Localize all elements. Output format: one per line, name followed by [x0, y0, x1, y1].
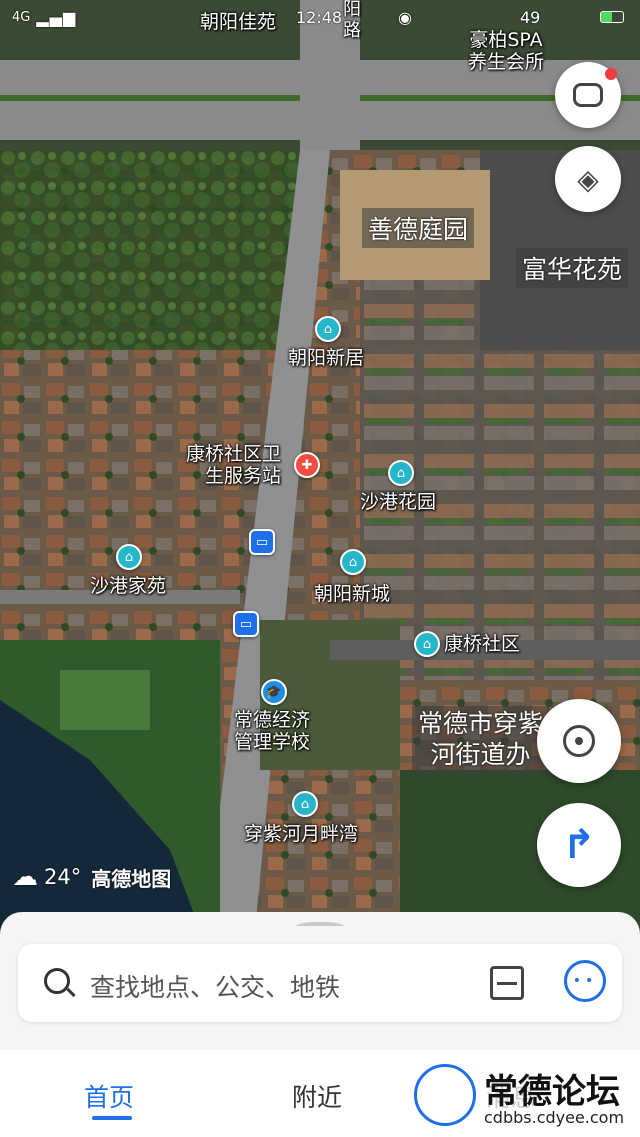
search-input[interactable]: 查找地点、公交、地铁	[90, 968, 340, 1004]
poi-label-haobo[interactable]: 豪柏SPA 养生会所	[468, 29, 544, 74]
weather-temp: 24°	[44, 865, 82, 889]
battery-icon	[600, 11, 624, 23]
tab-nearby[interactable]: 附近	[292, 1078, 342, 1114]
chat-bubble-icon	[573, 83, 603, 107]
poi-label-shagang-garden[interactable]: 沙港花园	[360, 491, 436, 514]
battery-level: 49	[520, 7, 541, 27]
message-button[interactable]	[555, 62, 621, 128]
home-pin-icon[interactable]: ⌂	[315, 316, 341, 342]
layers-button[interactable]: ◈	[555, 146, 621, 212]
watermark: 常德论坛 cdbbs.cdyee.com	[412, 1060, 632, 1130]
poi-label-chaoyangjiayuan[interactable]: 朝阳佳苑	[200, 11, 276, 34]
area-label-fuhua: 富华花苑	[516, 248, 629, 288]
voice-assistant-icon[interactable]: ••	[564, 960, 606, 1002]
poi-label-kangqiao-community[interactable]: 康桥社区	[444, 633, 520, 656]
tab-home[interactable]: 首页	[84, 1078, 134, 1114]
school-pin-icon[interactable]: 🎓	[261, 679, 287, 705]
route-arrow-icon: ↱	[562, 822, 596, 868]
area-label-shande: 善德庭园	[362, 208, 475, 248]
home-pin-icon[interactable]: ⌂	[292, 791, 318, 817]
route-button[interactable]: ↱	[537, 803, 621, 887]
area-label-chuanzi-office: 常德市穿紫 河街道办	[412, 706, 550, 773]
watermark-logo	[414, 1064, 476, 1126]
signal-icon: ▂▄▆	[36, 7, 77, 27]
watermark-url: cdbbs.cdyee.com	[484, 1108, 625, 1127]
satellite-map[interactable]: 4G ▂▄▆ 12:48 ◉ 49 朝阳佳苑 阳 路 豪柏SPA 养生会所 善德…	[0, 0, 640, 930]
notification-dot	[605, 68, 617, 80]
road-label: 阳 路	[343, 0, 361, 41]
home-pin-icon[interactable]: ⌂	[414, 631, 440, 657]
brand-logo: 高德地图	[91, 866, 172, 891]
weather-badge[interactable]: ☁ 24° 高德地图	[12, 862, 171, 892]
poi-label-chaoyangxincheng[interactable]: 朝阳新城	[314, 583, 390, 606]
search-bar[interactable]: 查找地点、公交、地铁 ••	[18, 944, 622, 1022]
cloud-icon: ☁	[12, 862, 38, 892]
location-icon: ◉	[398, 7, 412, 27]
poi-label-school[interactable]: 常德经济 管理学校	[234, 709, 310, 754]
map-imagery	[0, 0, 640, 930]
network-indicator: 4G	[12, 9, 31, 25]
clinic-pin-icon[interactable]: ✚	[294, 452, 320, 478]
bus-stop-icon[interactable]: ▭	[249, 529, 275, 555]
home-pin-icon[interactable]: ⌂	[116, 544, 142, 570]
bus-stop-icon[interactable]: ▭	[233, 611, 259, 637]
scan-icon[interactable]	[490, 966, 524, 1000]
poi-label-shagang-jiayuan[interactable]: 沙港家苑	[90, 575, 166, 598]
tab-bar: 首页 附近 消息 常德论坛 cdbbs.cdyee.com	[0, 1050, 640, 1137]
poi-label-kangqiao-clinic[interactable]: 康桥社区卫 生服务站	[186, 443, 281, 488]
status-bar: 4G ▂▄▆ 12:48 ◉ 49	[0, 0, 640, 34]
home-pin-icon[interactable]: ⌂	[388, 460, 414, 486]
search-icon-handle	[66, 987, 76, 998]
status-time: 12:48	[296, 7, 343, 27]
poi-label-chaoyangxinju[interactable]: 朝阳新居	[288, 347, 364, 370]
drag-handle[interactable]	[296, 922, 344, 930]
layers-icon: ◈	[577, 162, 599, 196]
home-pin-icon[interactable]: ⌂	[340, 549, 366, 575]
watermark-title: 常德论坛	[484, 1072, 620, 1112]
locate-button[interactable]	[537, 699, 621, 783]
poi-label-chuanzi[interactable]: 穿紫河月畔湾	[244, 823, 358, 846]
crosshair-icon	[563, 725, 595, 757]
tab-home-indicator	[92, 1116, 132, 1120]
